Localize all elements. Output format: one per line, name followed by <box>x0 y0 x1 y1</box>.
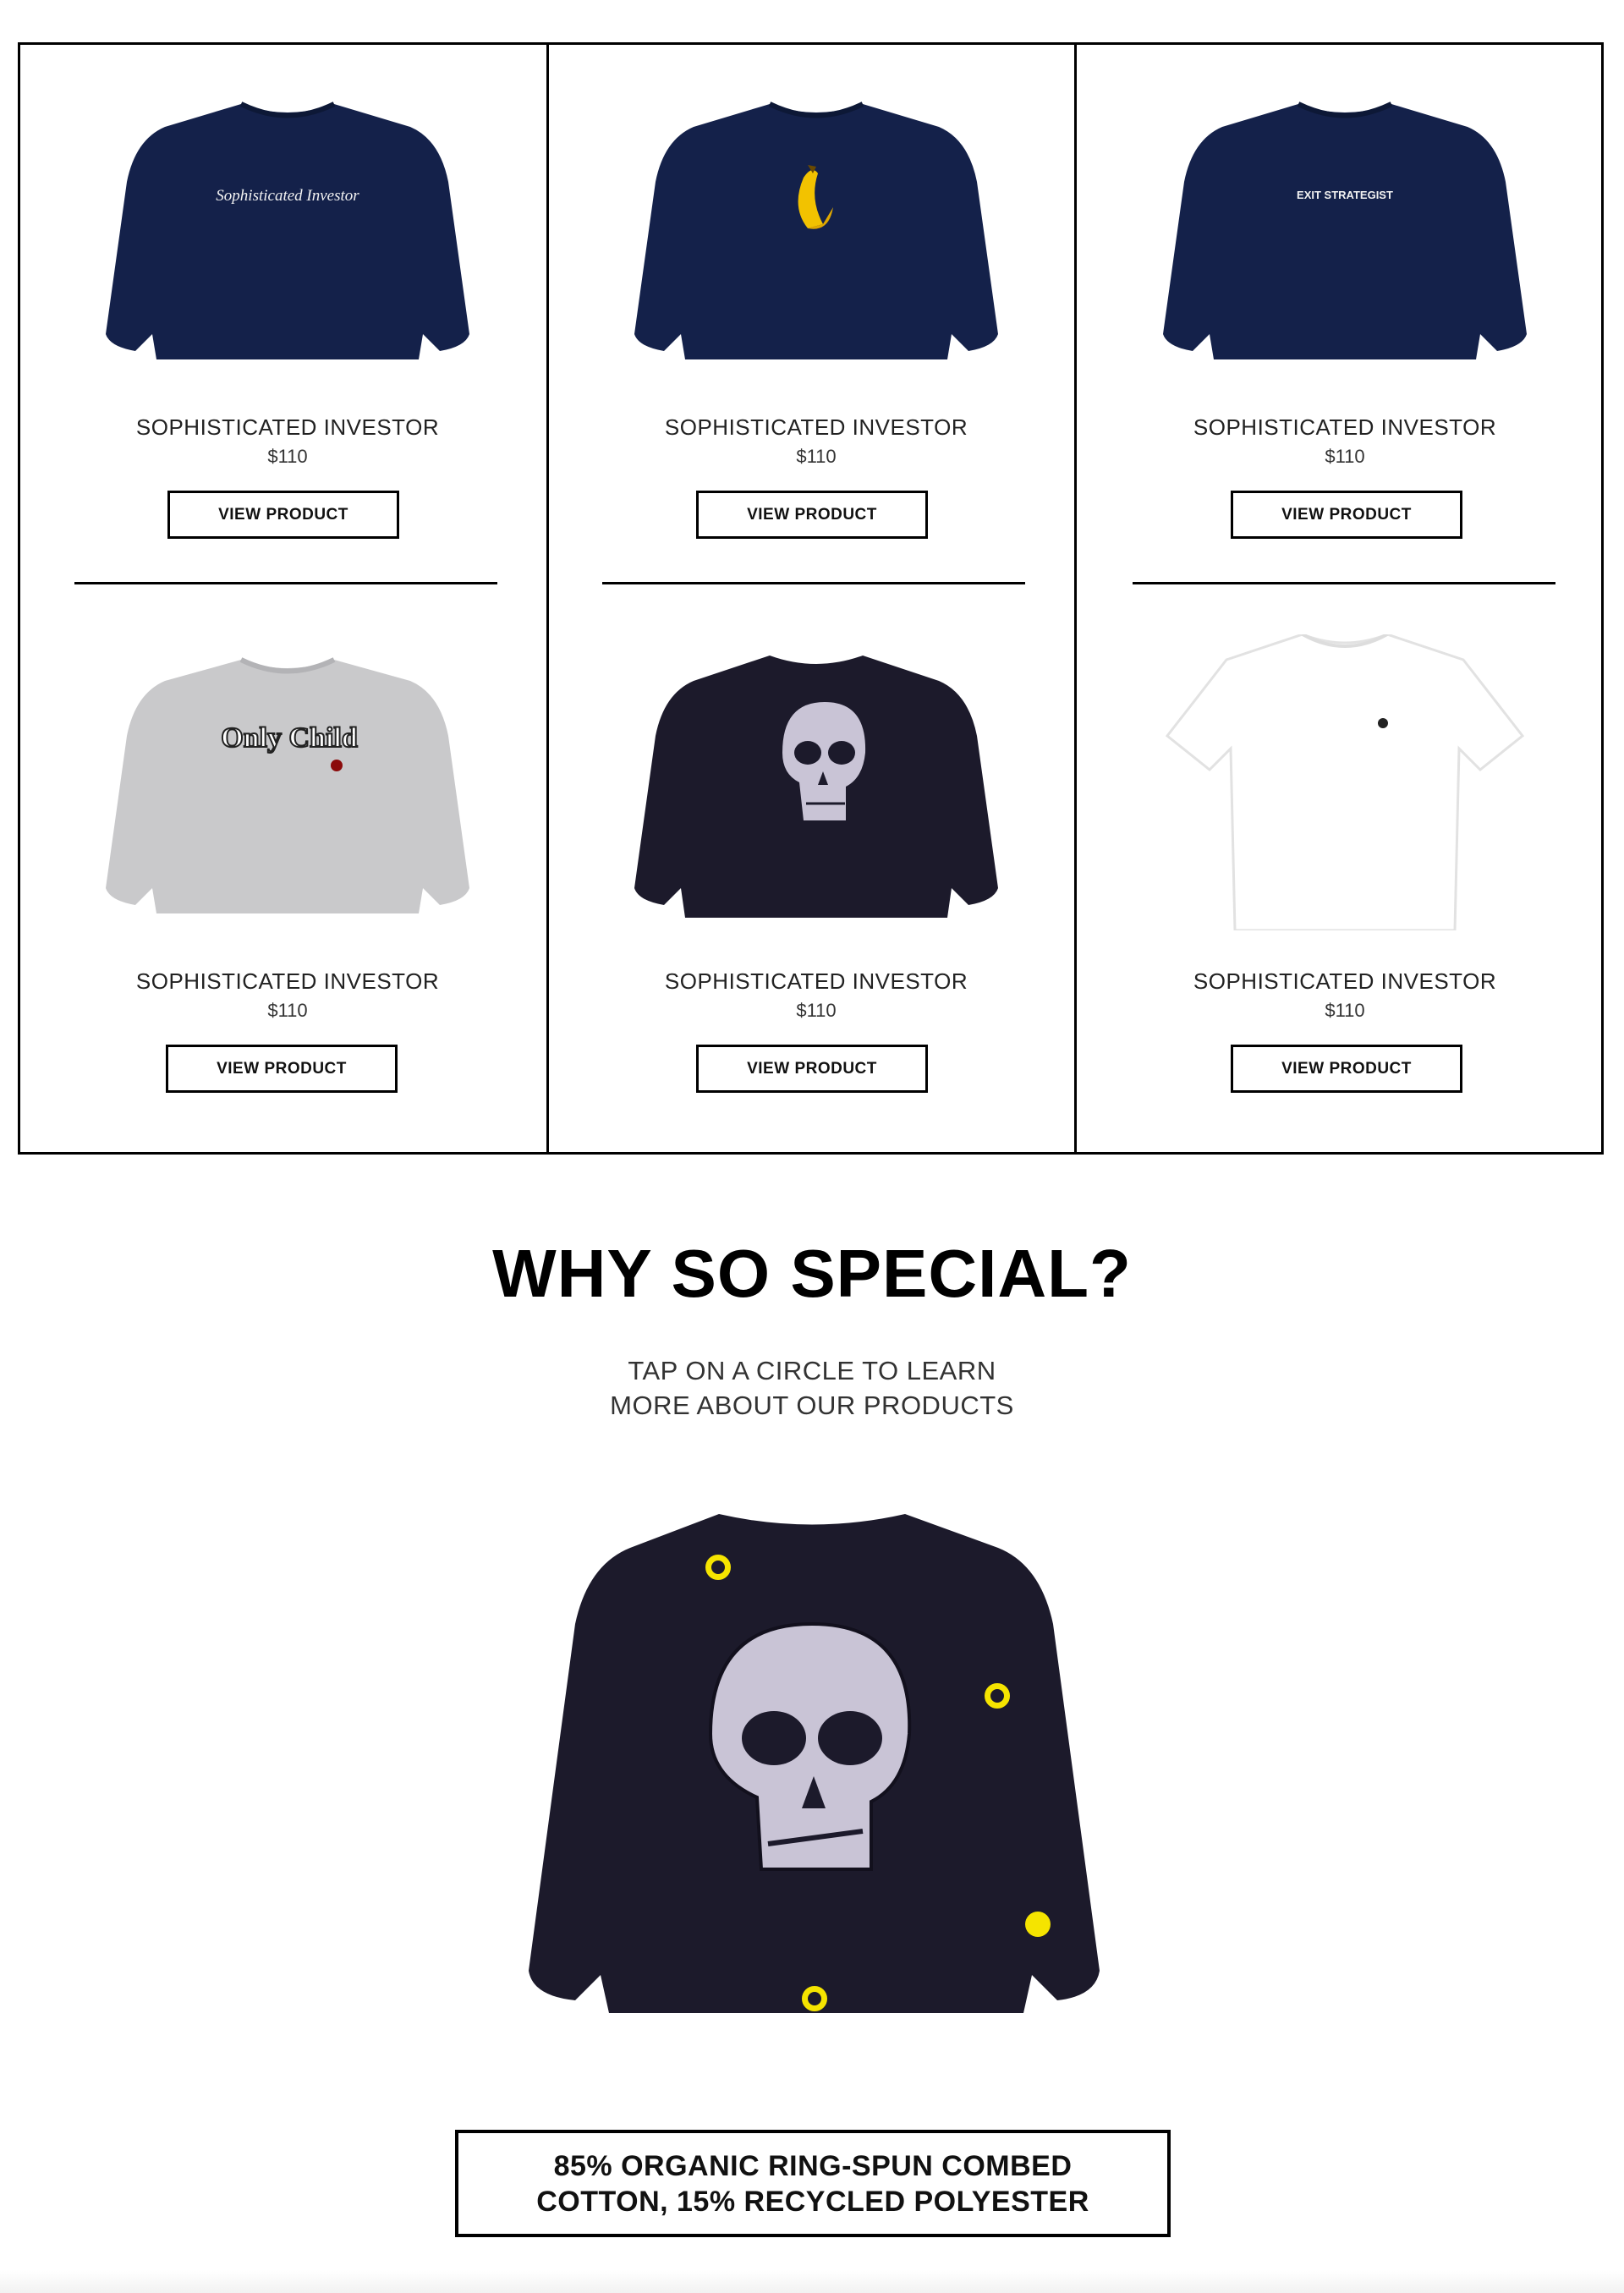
section-subtitle: TAP ON A CIRCLE TO LEARN MORE ABOUT OUR … <box>0 1353 1624 1423</box>
product-price: $110 <box>796 1000 837 1021</box>
product-image[interactable] <box>554 634 1078 930</box>
page-bottom-edge <box>0 2271 1624 2293</box>
view-product-button[interactable]: VIEW PRODUCT <box>696 1045 928 1093</box>
product-image[interactable]: Sophisticated Investor <box>25 80 550 376</box>
section-title: WHY SO SPECIAL? <box>492 1236 1132 1311</box>
product-name: SOPHISTICATED INVESTOR <box>664 414 968 440</box>
row-separator <box>74 582 497 584</box>
svg-text:Only Child: Only Child <box>221 722 358 754</box>
product-name: SOPHISTICATED INVESTOR <box>664 968 968 994</box>
product-price: $110 <box>796 446 837 467</box>
view-product-button[interactable]: VIEW PRODUCT <box>166 1045 398 1093</box>
product-name: SOPHISTICATED INVESTOR <box>135 968 440 994</box>
svg-text:EXIT STRATEGIST: EXIT STRATEGIST <box>1297 189 1393 201</box>
product-image[interactable]: Only Child <box>25 634 550 930</box>
feature-hotspot[interactable] <box>705 1555 731 1580</box>
product-price: $110 <box>1325 1000 1365 1021</box>
product-name: SOPHISTICATED INVESTOR <box>1193 414 1497 440</box>
subtitle-line: MORE ABOUT OUR PRODUCTS <box>610 1391 1014 1420</box>
row-separator <box>602 582 1025 584</box>
product-price: $110 <box>267 446 308 467</box>
product-name: SOPHISTICATED INVESTOR <box>135 414 440 440</box>
feature-info-box: 85% ORGANIC RING-SPUN COMBED COTTON, 15%… <box>455 2130 1171 2237</box>
product-name: SOPHISTICATED INVESTOR <box>1193 968 1497 994</box>
feature-product-image <box>529 1514 1100 2013</box>
svg-text:Sophisticated Investor: Sophisticated Investor <box>216 187 359 205</box>
row-separator <box>1133 582 1555 584</box>
feature-hotspot[interactable] <box>1025 1912 1051 1937</box>
info-line: COTTON, 15% RECYCLED POLYESTER <box>536 2185 1089 2218</box>
info-line: 85% ORGANIC RING-SPUN COMBED <box>553 2149 1073 2182</box>
view-product-button[interactable]: VIEW PRODUCT <box>1231 1045 1462 1093</box>
feature-hotspot[interactable] <box>802 1986 827 2011</box>
product-image[interactable] <box>554 80 1078 376</box>
product-price: $110 <box>1325 446 1365 467</box>
view-product-button[interactable]: VIEW PRODUCT <box>696 491 928 539</box>
product-image[interactable]: EXIT STRATEGIST <box>1083 80 1607 376</box>
feature-hotspot[interactable] <box>985 1683 1010 1709</box>
product-image[interactable] <box>1083 634 1607 930</box>
view-product-button[interactable]: VIEW PRODUCT <box>1231 491 1462 539</box>
subtitle-line: TAP ON A CIRCLE TO LEARN <box>628 1356 996 1385</box>
view-product-button[interactable]: VIEW PRODUCT <box>167 491 399 539</box>
product-price: $110 <box>267 1000 308 1021</box>
